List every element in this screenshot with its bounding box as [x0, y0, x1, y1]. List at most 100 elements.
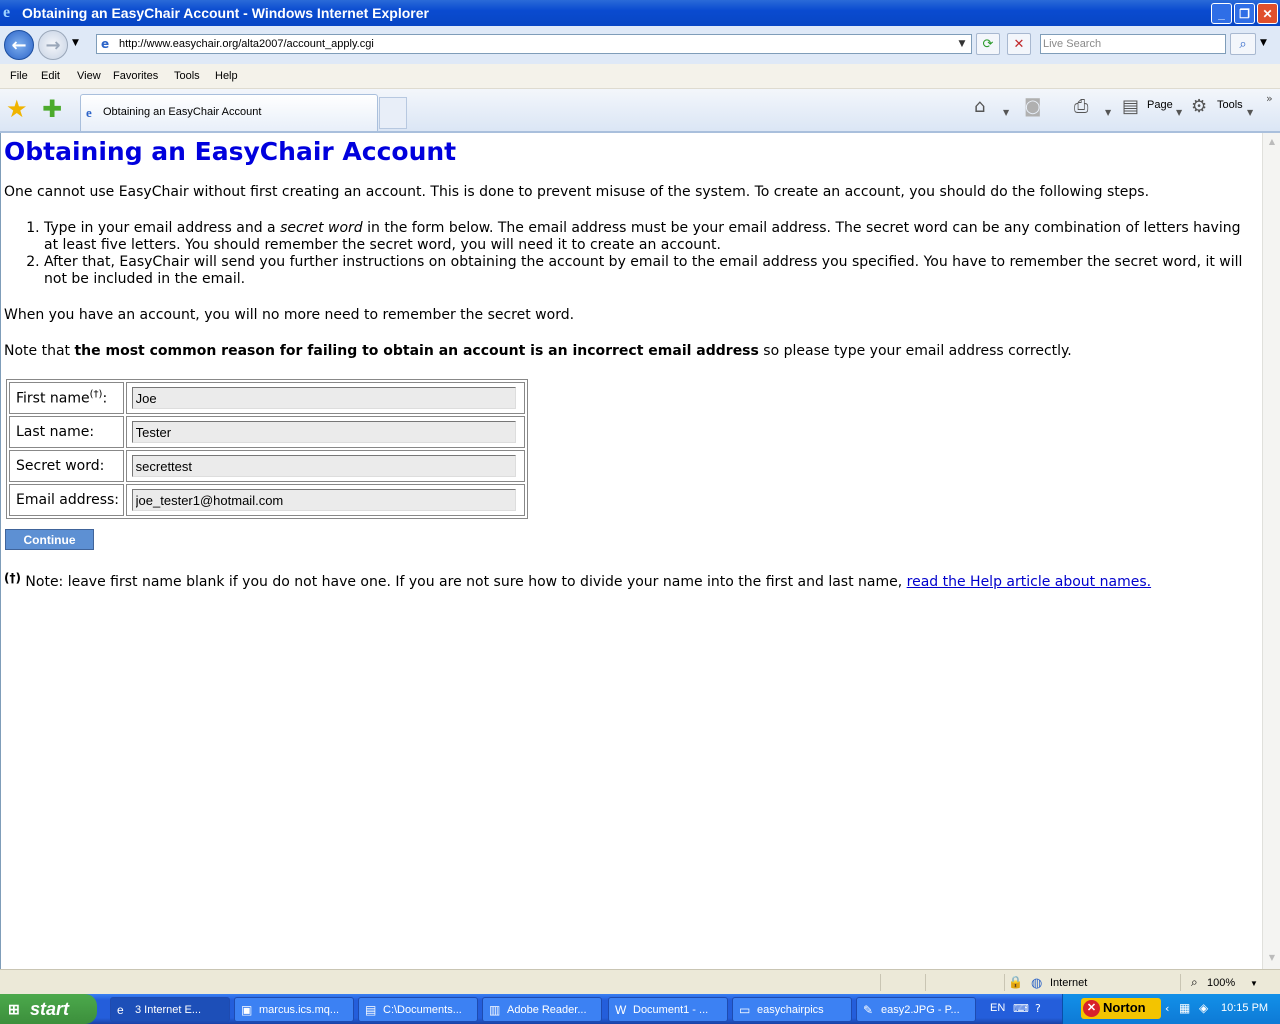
step1-emphasis: secret word	[280, 220, 363, 236]
print-icon[interactable]: ⎙	[1074, 97, 1088, 117]
language-indicator[interactable]: EN	[990, 1002, 1005, 1014]
vertical-scrollbar[interactable]: ▲ ▼	[1262, 133, 1280, 969]
stop-button[interactable]: ✕	[1007, 33, 1031, 55]
zoom-dropdown-icon[interactable]: ▼	[1250, 979, 1258, 988]
window-title: Obtaining an EasyChair Account - Windows…	[22, 5, 429, 21]
refresh-button[interactable]: ⟳	[976, 33, 1000, 55]
page-menu-icon[interactable]: ▤	[1122, 97, 1139, 117]
address-dropdown-icon[interactable]: ▼	[954, 36, 970, 52]
zoom-icon[interactable]: ⌕	[1191, 975, 1198, 990]
zoom-level[interactable]: 100%	[1207, 977, 1235, 989]
menu-view[interactable]: View	[77, 70, 101, 82]
address-field[interactable]: e http://www.easychair.org/alta2007/acco…	[96, 34, 972, 54]
recent-pages-dropdown-icon[interactable]: ▼	[72, 38, 79, 48]
minimize-button[interactable]: _	[1211, 3, 1232, 24]
restore-button[interactable]: ❐	[1234, 3, 1255, 24]
tab-active[interactable]: e Obtaining an EasyChair Account	[80, 94, 378, 131]
taskbar-item-label: Document1 - ...	[633, 1004, 709, 1016]
norton-alert-icon: ✕	[1083, 1000, 1100, 1017]
pdf-icon: ▥	[489, 1003, 501, 1017]
taskbar-item-adobe[interactable]: ▥ Adobe Reader...	[482, 997, 602, 1022]
continue-button[interactable]: Continue	[5, 529, 94, 550]
print-dropdown-icon[interactable]: ▼	[1105, 103, 1111, 123]
toolbar-overflow-icon[interactable]: »	[1266, 89, 1273, 109]
search-options-icon[interactable]: ▼	[1260, 38, 1267, 48]
help-names-link[interactable]: read the Help article about names.	[907, 574, 1151, 590]
system-tray: EN ⌨ ? ✕ Norton ‹ ▦ ◈ 10:15 PM	[990, 994, 1280, 1024]
step1-text-start: Type in your email address and a	[44, 220, 281, 236]
menu-bar: File Edit View Favorites Tools Help	[0, 64, 1280, 89]
last-name-label: Last name:	[9, 416, 124, 448]
network-icon[interactable]: ▦	[1179, 1001, 1190, 1015]
secret-word-label: Secret word:	[9, 450, 124, 482]
menu-tools[interactable]: Tools	[174, 70, 200, 82]
first-name-cell	[125, 382, 525, 414]
search-icon[interactable]: ⌕	[1230, 33, 1256, 55]
gear-icon[interactable]: ⚙	[1191, 97, 1207, 117]
first-name-label-text: First name	[16, 390, 90, 407]
tools-dropdown-icon[interactable]: ▼	[1247, 103, 1253, 123]
home-icon[interactable]: ⌂	[974, 97, 985, 117]
taskbar-item-paint[interactable]: ✎ easy2.JPG - P...	[856, 997, 976, 1022]
form-row: First name(†):	[9, 382, 525, 414]
globe-icon: ◍	[1031, 975, 1043, 990]
taskbar-item-folder[interactable]: ▭ easychairpics	[732, 997, 852, 1022]
secret-word-field[interactable]	[131, 455, 516, 477]
help-icon[interactable]: ?	[1035, 1002, 1041, 1015]
add-favorite-icon[interactable]: ✚	[42, 97, 62, 121]
new-tab-button[interactable]	[379, 97, 407, 129]
status-divider	[880, 974, 881, 991]
form-row: Last name:	[9, 416, 525, 448]
security-zone: Internet	[1050, 977, 1088, 989]
first-name-field[interactable]	[131, 387, 516, 409]
page-dropdown-icon[interactable]: ▼	[1176, 103, 1182, 123]
warning-text: Note that the most common reason for fai…	[4, 343, 1072, 359]
home-dropdown-icon[interactable]: ▼	[1003, 103, 1009, 123]
page-menu-button[interactable]: Page	[1147, 99, 1173, 111]
protected-mode-icon: 🔒	[1008, 975, 1023, 989]
page-icon: e	[101, 37, 110, 51]
taskbar-item-ie[interactable]: e 3 Internet E...	[110, 997, 230, 1022]
form-row: Secret word:	[9, 450, 525, 482]
warning-suffix: so please type your email address correc…	[758, 343, 1072, 359]
scroll-up-icon[interactable]: ▲	[1265, 135, 1279, 149]
menu-help[interactable]: Help	[215, 70, 238, 82]
first-name-colon: :	[102, 390, 108, 407]
secret-word-cell	[125, 450, 525, 482]
clock: 10:15 PM	[1221, 1002, 1269, 1014]
keyboard-icon[interactable]: ⌨	[1013, 1002, 1029, 1015]
taskbar-item-documents[interactable]: ▤ C:\Documents...	[358, 997, 478, 1022]
search-input[interactable]: Live Search	[1040, 34, 1226, 54]
page-content: Obtaining an EasyChair Account One canno…	[0, 133, 1263, 969]
footnote-text: Note: leave first name blank if you do n…	[20, 574, 907, 590]
tools-menu-button[interactable]: Tools	[1217, 99, 1243, 111]
forward-button[interactable]: →	[38, 30, 68, 60]
tab-title: Obtaining an EasyChair Account	[103, 106, 262, 118]
taskbar-item-word[interactable]: W Document1 - ...	[608, 997, 728, 1022]
page-title: Obtaining an EasyChair Account	[4, 137, 457, 166]
start-button[interactable]: ⊞ start	[0, 994, 97, 1024]
folder-icon: ▤	[365, 1003, 377, 1017]
email-field[interactable]	[131, 489, 516, 511]
menu-favorites[interactable]: Favorites	[113, 70, 158, 82]
taskbar-item-marcus[interactable]: ▣ marcus.ics.mq...	[234, 997, 354, 1022]
last-name-field[interactable]	[131, 421, 516, 443]
security-tray-icon[interactable]: ◈	[1199, 1001, 1208, 1015]
scroll-down-icon[interactable]: ▼	[1265, 951, 1279, 965]
tray-expand-icon[interactable]: ‹	[1165, 1002, 1169, 1015]
intro-text: One cannot use EasyChair without first c…	[4, 184, 1150, 200]
email-cell	[125, 484, 525, 516]
taskbar-item-label: marcus.ics.mq...	[259, 1004, 340, 1016]
favorites-center-icon[interactable]: ★	[6, 97, 28, 121]
window-title-bar[interactable]: e Obtaining an EasyChair Account - Windo…	[0, 0, 1280, 26]
status-divider	[925, 974, 926, 991]
back-button[interactable]: ←	[4, 30, 34, 60]
menu-edit[interactable]: Edit	[41, 70, 60, 82]
close-button[interactable]: ✕	[1257, 3, 1278, 24]
menu-file[interactable]: File	[10, 70, 28, 82]
norton-tray-button[interactable]: ✕ Norton	[1081, 998, 1161, 1019]
feeds-icon[interactable]: ◙	[1024, 97, 1041, 117]
step2-text: After that, EasyChair will send you furt…	[44, 254, 1243, 287]
status-divider	[1180, 974, 1181, 991]
list-item: After that, EasyChair will send you furt…	[44, 254, 1254, 288]
